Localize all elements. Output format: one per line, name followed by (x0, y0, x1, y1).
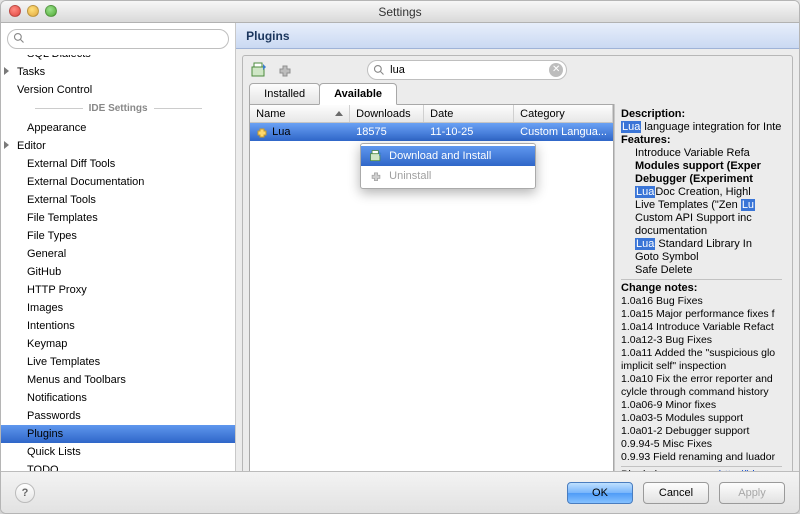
settings-tree[interactable]: SQL Dialects Tasks Version Control IDE S… (1, 55, 235, 471)
col-date[interactable]: Date (424, 105, 514, 122)
sidebar-item-quick-lists[interactable]: Quick Lists (1, 443, 235, 461)
sidebar-item-editor[interactable]: Editor (1, 137, 235, 155)
plugins-frame: ✕ Installed Available Name Downloads Dat… (242, 55, 793, 514)
sidebar-item-live-templates[interactable]: Live Templates (1, 353, 235, 371)
plugin-search-input[interactable] (367, 60, 567, 80)
disclosure-icon[interactable] (4, 67, 9, 75)
sidebar-item-general[interactable]: General (1, 245, 235, 263)
tab-available[interactable]: Available (319, 83, 397, 105)
feature-item: Live Templates ("Zen Lu (635, 199, 782, 212)
sidebar-item-external-documentation[interactable]: External Documentation (1, 173, 235, 191)
feature-item: Debugger (Experiment (635, 173, 782, 186)
plugin-description-pane: Description: Lua language integration fo… (614, 104, 786, 514)
settings-sidebar: SQL Dialects Tasks Version Control IDE S… (1, 23, 236, 471)
sidebar-item-external-tools[interactable]: External Tools (1, 191, 235, 209)
plugin-tabs: Installed Available (243, 82, 792, 104)
features-list: Introduce Variable RefaModules support (… (621, 147, 782, 277)
plugins-table[interactable]: Name Downloads Date Category Lua 18 (249, 104, 614, 514)
uninstall-icon (369, 169, 383, 183)
search-icon (13, 32, 25, 44)
uninstall-toolbar-button[interactable] (275, 60, 295, 80)
plugins-toolbar: ✕ (243, 56, 792, 84)
settings-window: Settings SQL Dialects Tasks Version Cont… (0, 0, 800, 514)
sidebar-item-file-templates[interactable]: File Templates (1, 209, 235, 227)
help-button[interactable]: ? (15, 483, 35, 503)
window-title: Settings (378, 5, 421, 19)
features-heading: Features: (621, 134, 782, 146)
dialog-footer: ? OK Cancel Apply (1, 471, 799, 513)
feature-item: Introduce Variable Refa (635, 147, 782, 160)
tab-installed[interactable]: Installed (249, 83, 320, 105)
sidebar-item-file-types[interactable]: File Types (1, 227, 235, 245)
disclosure-icon[interactable] (4, 141, 9, 149)
sidebar-item-images[interactable]: Images (1, 299, 235, 317)
titlebar: Settings (1, 1, 799, 23)
change-note-line: 1.0a10 Fix the error reporter and (621, 373, 782, 386)
ide-settings-section: IDE Settings (1, 101, 235, 117)
description-intro: Lua language integration for Intel (621, 121, 782, 134)
minimize-window-button[interactable] (27, 5, 39, 17)
change-notes: 1.0a16 Bug Fixes1.0a15 Major performance… (621, 295, 782, 464)
cancel-button[interactable]: Cancel (643, 482, 709, 504)
sidebar-item-keymap[interactable]: Keymap (1, 335, 235, 353)
change-note-line: 1.0a11 Added the "suspicious glo (621, 347, 782, 360)
sidebar-item-notifications[interactable]: Notifications (1, 389, 235, 407)
feature-item: Modules support (Exper (635, 160, 782, 173)
sidebar-item-todo[interactable]: TODO (1, 461, 235, 471)
tree-item[interactable]: SQL Dialects (1, 55, 235, 63)
change-note-line: 1.0a01-2 Debugger support (621, 425, 782, 438)
sidebar-item-appearance[interactable]: Appearance (1, 119, 235, 137)
change-note-line: 1.0a14 Introduce Variable Refact (621, 321, 782, 334)
plugin-icon (256, 126, 268, 138)
feature-item: Safe Delete (635, 264, 782, 277)
change-note-line: cylcle through command history (621, 386, 782, 399)
menu-download-install[interactable]: Download and Install (361, 146, 535, 166)
feature-item: Custom API Support inc (635, 212, 782, 225)
window-controls (9, 5, 57, 17)
zoom-window-button[interactable] (45, 5, 57, 17)
sidebar-item-http-proxy[interactable]: HTTP Proxy (1, 281, 235, 299)
sidebar-item-passwords[interactable]: Passwords (1, 407, 235, 425)
refresh-repos-button[interactable] (249, 60, 269, 80)
sidebar-item-github[interactable]: GitHub (1, 263, 235, 281)
download-icon (369, 149, 383, 163)
feature-item: Lua Standard Library In (635, 238, 782, 251)
change-notes-heading: Change notes: (621, 282, 782, 294)
apply-button[interactable]: Apply (719, 482, 785, 504)
change-note-line: 1.0a16 Bug Fixes (621, 295, 782, 308)
feature-item: documentation (621, 225, 782, 238)
context-menu: Download and Install Uninstall (360, 143, 536, 189)
description-heading: Description: (621, 108, 782, 120)
search-icon (373, 64, 385, 76)
col-category[interactable]: Category (514, 105, 613, 122)
menu-uninstall: Uninstall (361, 166, 535, 186)
col-downloads[interactable]: Downloads (350, 105, 424, 122)
tree-item-version-control[interactable]: Version Control (1, 81, 235, 99)
change-note-line: 0.9.94-5 Misc Fixes (621, 438, 782, 451)
table-row[interactable]: Lua 18575 11-10-25 Custom Langua... (250, 123, 613, 141)
main-panel: Plugins ✕ (236, 23, 799, 471)
sidebar-item-plugins[interactable]: Plugins (1, 425, 235, 443)
change-note-line: 0.9.93 Field renaming and luador (621, 451, 782, 464)
sidebar-item-external-diff-tools[interactable]: External Diff Tools (1, 155, 235, 173)
change-note-line: 1.0a12-3 Bug Fixes (621, 334, 782, 347)
feature-item: Goto Symbol (635, 251, 782, 264)
sidebar-item-menus-and-toolbars[interactable]: Menus and Toolbars (1, 371, 235, 389)
change-note-line: 1.0a03-5 Modules support (621, 412, 782, 425)
settings-search-input[interactable] (7, 29, 229, 49)
change-note-line: 1.0a06-9 Minor fixes (621, 399, 782, 412)
close-window-button[interactable] (9, 5, 21, 17)
sort-asc-icon (335, 111, 343, 116)
change-note-line: implicit self" inspection (621, 360, 782, 373)
sidebar-item-intentions[interactable]: Intentions (1, 317, 235, 335)
tree-item-tasks[interactable]: Tasks (1, 63, 235, 81)
col-name[interactable]: Name (250, 105, 350, 122)
ok-button[interactable]: OK (567, 482, 633, 504)
feature-item: LuaDoc Creation, Highl (635, 186, 782, 199)
panel-title: Plugins (236, 23, 799, 49)
change-note-line: 1.0a15 Major performance fixes f (621, 308, 782, 321)
